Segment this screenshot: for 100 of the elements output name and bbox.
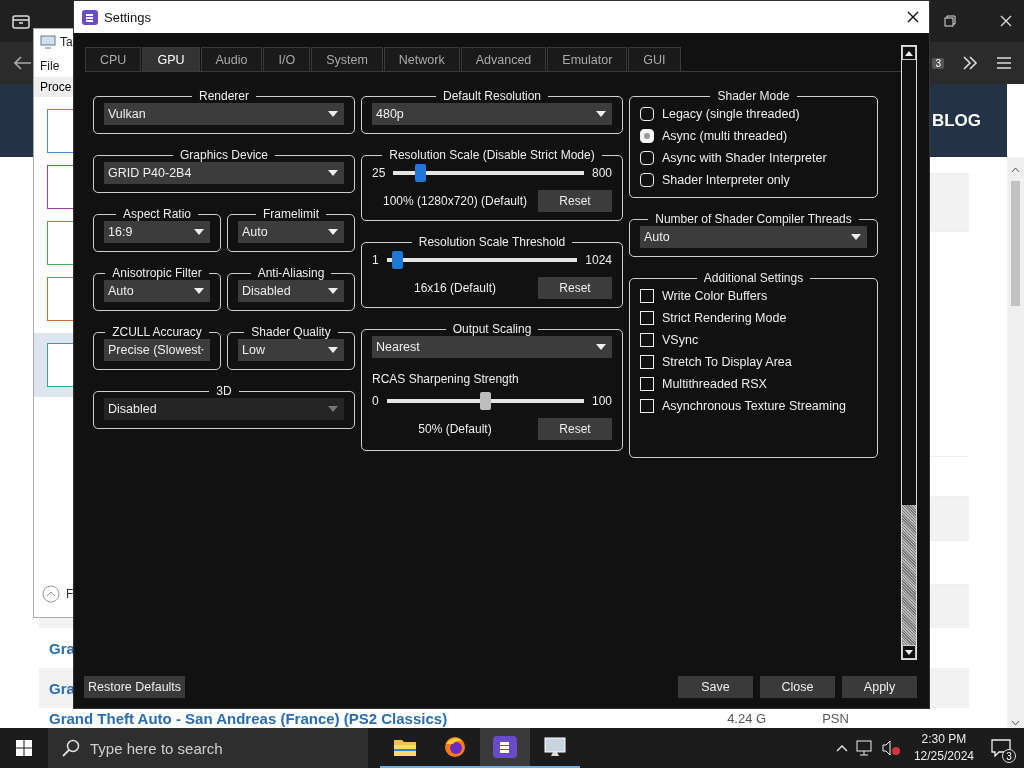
app-icon xyxy=(493,736,517,758)
radio-button[interactable] xyxy=(640,173,654,187)
up-arrow-icon[interactable] xyxy=(905,50,913,56)
checkbox-label[interactable]: Write Color Buffers xyxy=(662,289,768,303)
scrollbar[interactable] xyxy=(1007,157,1024,728)
muted-speaker-icon[interactable] xyxy=(881,740,900,756)
reset-button[interactable]: Reset xyxy=(538,277,612,299)
network-icon[interactable] xyxy=(855,740,874,756)
dropdown[interactable]: Low xyxy=(238,339,344,361)
group-title: Shader Quality xyxy=(250,325,332,339)
chevrons-icon[interactable] xyxy=(962,56,978,70)
checkbox-label[interactable]: VSync xyxy=(662,333,699,347)
radio-button[interactable] xyxy=(640,129,654,143)
menu-icon[interactable] xyxy=(996,56,1012,70)
monitor-icon xyxy=(543,736,567,758)
dropdown[interactable]: Auto xyxy=(640,226,867,248)
dropdown[interactable]: Nearest xyxy=(372,336,612,358)
caret-icon xyxy=(328,111,338,117)
group-title: Anti-Aliasing xyxy=(256,266,326,280)
radio-button[interactable] xyxy=(640,151,654,165)
checkbox-label[interactable]: Multithreaded RSX xyxy=(662,377,767,391)
radio-label[interactable]: Legacy (single threaded) xyxy=(662,107,800,121)
checkbox[interactable] xyxy=(640,399,654,413)
slider-thumb[interactable] xyxy=(414,164,426,182)
checkbox[interactable] xyxy=(640,289,654,303)
checkbox[interactable] xyxy=(640,377,654,391)
caret-icon xyxy=(596,344,606,350)
group-title: Renderer xyxy=(198,89,250,103)
tab[interactable]: GPU xyxy=(142,47,200,71)
chevron-up-circle-icon[interactable] xyxy=(42,585,60,603)
dropdown[interactable]: GRID P40-2B4 xyxy=(104,162,344,184)
tab[interactable]: Emulator xyxy=(547,47,628,71)
caret-icon xyxy=(328,229,338,235)
dropdown[interactable]: Auto xyxy=(104,280,210,302)
notification-count: 3 xyxy=(1002,749,1016,763)
down-arrow-icon[interactable] xyxy=(905,649,913,655)
folder-icon xyxy=(394,738,416,756)
caret-icon xyxy=(194,288,204,294)
group-title: ZCULL Accuracy xyxy=(111,325,203,339)
game-title[interactable]: Grand Theft Auto - San Andreas (France) (PS2 Classics) xyxy=(49,709,448,727)
radio-label[interactable]: Shader Interpreter only xyxy=(662,173,790,187)
slider-label: RCAS Sharpening Strength xyxy=(372,372,520,386)
slider-value: 16x16 (Default) xyxy=(412,281,497,295)
dropdown[interactable]: 16:9 xyxy=(104,221,210,243)
checkbox[interactable] xyxy=(640,311,654,325)
tab[interactable]: Audio xyxy=(200,47,263,71)
radio-label[interactable]: Async with Shader Interpreter xyxy=(662,151,827,165)
group-title: Anisotropic Filter xyxy=(111,266,203,280)
checkbox[interactable] xyxy=(640,333,654,347)
scrollbar-thumb[interactable] xyxy=(1011,181,1020,306)
tab[interactable]: GUI xyxy=(628,47,681,71)
caret-icon xyxy=(194,229,204,235)
checkbox-label[interactable]: Asynchronous Texture Streaming xyxy=(662,399,846,413)
checkbox-label[interactable]: Stretch To Display Area xyxy=(662,355,792,369)
slider-min-label: 0 xyxy=(372,394,379,408)
taskbar-app[interactable] xyxy=(480,728,530,768)
back-arrow-icon[interactable] xyxy=(14,56,32,70)
caret-icon xyxy=(596,111,606,117)
dropdown[interactable]: Vulkan xyxy=(104,103,344,125)
dropdown[interactable]: Disabled xyxy=(238,280,344,302)
slider-thumb[interactable] xyxy=(392,251,404,269)
scrollbar[interactable] xyxy=(901,45,917,660)
badge: 3 xyxy=(932,57,944,69)
dialog-button[interactable]: Apply xyxy=(842,676,917,698)
caret-icon xyxy=(851,234,861,240)
search-field[interactable]: Type here to search xyxy=(48,728,368,768)
tab[interactable]: Advanced xyxy=(460,47,547,71)
site-title[interactable]: BLOG xyxy=(931,110,981,131)
group-title: Aspect Ratio xyxy=(121,207,192,221)
dialog-button[interactable]: Save xyxy=(678,676,753,698)
window-title: Settings xyxy=(104,9,152,25)
reset-button[interactable]: Reset xyxy=(538,190,612,212)
group-title: Additional Settings xyxy=(702,271,805,285)
tab[interactable]: Network xyxy=(383,47,460,71)
dropdown[interactable]: Precise (Slowest xyxy=(104,339,210,361)
dropdown[interactable]: Auto xyxy=(238,221,344,243)
restore-icon[interactable] xyxy=(944,15,956,27)
slider-max-label: 1024 xyxy=(585,253,612,267)
caret-icon xyxy=(328,347,338,353)
dropdown[interactable]: 480p xyxy=(372,103,612,125)
clock[interactable]: 2:30 PM 12/25/2024 xyxy=(913,731,974,765)
radio-button[interactable] xyxy=(640,107,654,121)
caret-icon xyxy=(328,288,338,294)
notifications-button[interactable]: 3 xyxy=(988,735,1014,761)
slider-min-label: 1 xyxy=(372,253,379,267)
details-link[interactable]: F xyxy=(66,587,74,601)
window-icon[interactable] xyxy=(12,13,30,29)
checkbox[interactable] xyxy=(640,355,654,369)
tab[interactable]: System xyxy=(311,47,383,71)
tab[interactable]: I/O xyxy=(263,47,311,71)
scrollbar-thumb[interactable] xyxy=(902,505,916,645)
chevron-up-icon[interactable] xyxy=(835,744,848,752)
dialog-button[interactable]: Close xyxy=(760,676,835,698)
restore-defaults-button[interactable]: Restore Defaults xyxy=(84,676,186,698)
windows-icon xyxy=(16,740,32,756)
tab[interactable]: CPU xyxy=(85,47,142,71)
close-icon[interactable] xyxy=(907,11,919,23)
checkbox-label[interactable]: Strict Rendering Mode xyxy=(662,311,787,325)
radio-label[interactable]: Async (multi threaded) xyxy=(662,129,788,143)
slider-max-label: 100 xyxy=(591,394,612,408)
